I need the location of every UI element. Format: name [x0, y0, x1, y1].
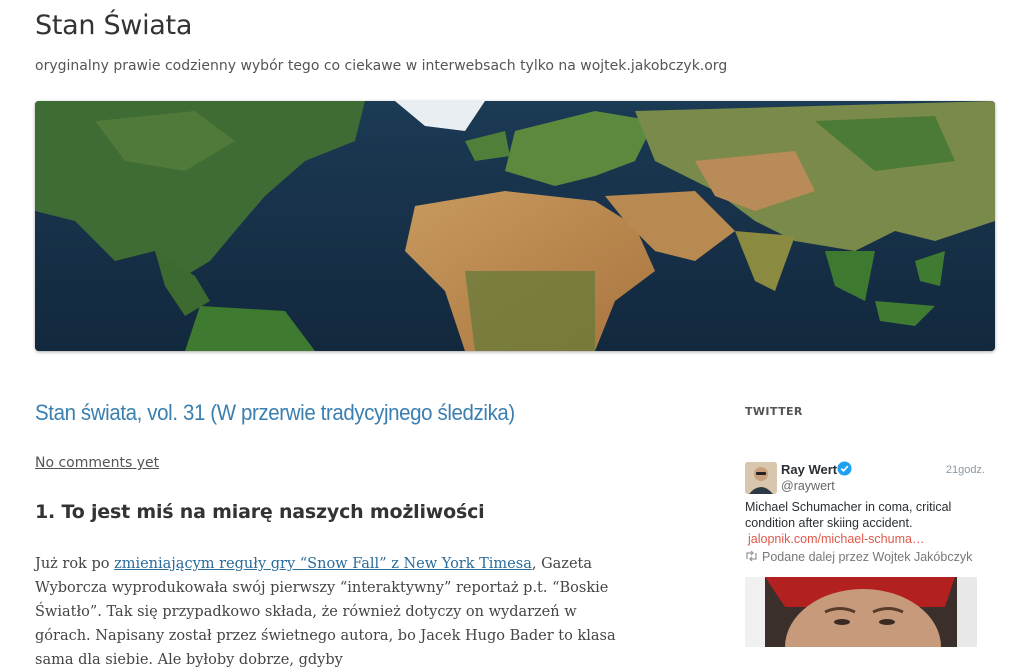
world-map-satellite-icon — [35, 101, 995, 351]
verified-badge-icon — [837, 461, 852, 481]
tweet-timestamp[interactable]: 21godz. — [946, 464, 985, 476]
section-heading: 1. To jest miś na miarę naszych możliwoś… — [35, 501, 485, 523]
avatar[interactable] — [745, 462, 777, 494]
retweeter-name[interactable]: Wojtek Jakóbczyk — [873, 550, 973, 564]
tweet-text: Michael Schumacher in coma, critical con… — [745, 500, 952, 530]
snow-fall-link[interactable]: zmieniającym reguły gry “Snow Fall” z Ne… — [114, 556, 532, 572]
tweet-link[interactable]: jalopnik.com/michael-schuma… — [748, 532, 924, 546]
retweet-attribution: Podane dalej przez Wojtek Jakóbczyk — [745, 550, 972, 564]
paragraph-text-rest: , Gazeta Wyborcza wyprodukowała swój pie… — [35, 556, 616, 668]
tweet-media-image[interactable] — [745, 577, 977, 647]
retweet-prefix: Podane dalej przez — [762, 550, 870, 564]
site-tagline: oryginalny prawie codzienny wybór tego c… — [35, 58, 728, 74]
tweet-author-handle[interactable]: @raywert — [781, 479, 835, 493]
post-title-link[interactable]: Stan świata, vol. 31 (W przerwie tradycy… — [35, 400, 515, 426]
tweet-author-name[interactable]: Ray Wert — [781, 462, 837, 477]
retweet-icon — [745, 550, 759, 564]
paragraph-text-start: Już rok po — [35, 556, 115, 572]
comments-link[interactable]: No comments yet — [35, 455, 159, 471]
twitter-widget-title: TWITTER — [745, 405, 803, 418]
header-banner-image — [35, 101, 995, 351]
post-paragraph: Już rok po zmieniającym reguły gry “Snow… — [35, 552, 635, 672]
site-title[interactable]: Stan Świata — [35, 10, 192, 41]
